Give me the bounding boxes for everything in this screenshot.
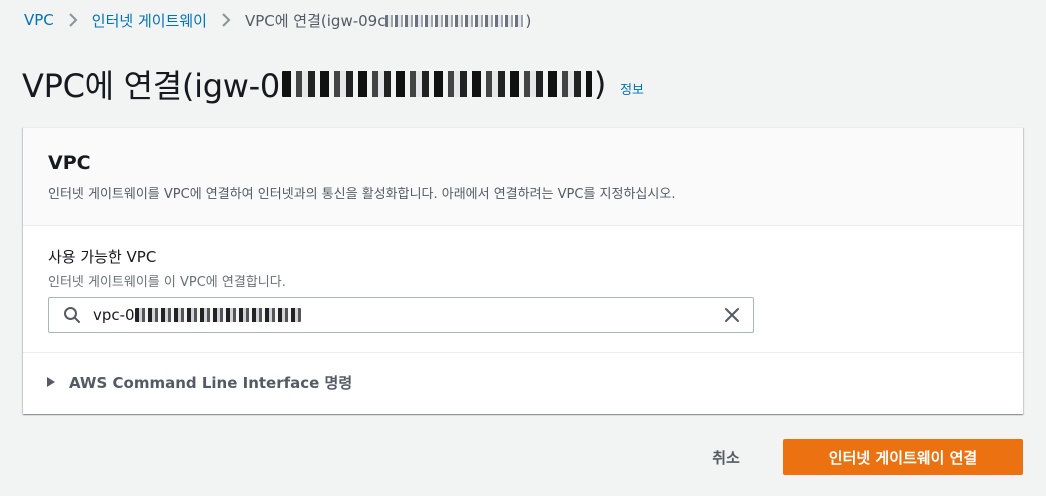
- redacted-id: [134, 308, 301, 322]
- page-title: VPC에 연결(igw-0): [22, 61, 606, 107]
- vpc-search-value: vpc-0: [93, 306, 301, 324]
- vpc-search-input[interactable]: vpc-0: [48, 297, 754, 333]
- vpc-panel: VPC 인터넷 게이트웨이를 VPC에 연결하여 인터넷과의 통신을 활성화합니…: [23, 127, 1023, 414]
- available-vpc-label: 사용 가능한 VPC: [48, 248, 157, 266]
- vpc-search-value-prefix: vpc-0: [93, 306, 135, 324]
- page-title-prefix: VPC에 연결(igw-0: [22, 67, 280, 105]
- redacted-id: [385, 15, 526, 27]
- close-icon[interactable]: [723, 306, 741, 324]
- search-icon: [63, 306, 81, 324]
- cli-command-expander[interactable]: AWS Command Line Interface 명령: [47, 371, 352, 393]
- breadcrumb-current-suffix: ): [525, 11, 532, 30]
- chevron-right-icon: [221, 13, 231, 27]
- panel-description: 인터넷 게이트웨이를 VPC에 연결하여 인터넷과의 통신을 활성화합니다. 아…: [48, 187, 676, 202]
- cli-command-expander-label: AWS Command Line Interface 명령: [69, 373, 353, 392]
- breadcrumb-current: VPC에 연결(igw-09c): [245, 10, 531, 31]
- page-header: VPC에 연결(igw-0) 정보: [22, 62, 644, 106]
- chevron-right-icon: [68, 13, 78, 27]
- redacted-id: [281, 71, 592, 97]
- breadcrumb-current-prefix: VPC에 연결(igw-09c: [244, 11, 386, 30]
- page-title-suffix: ): [593, 65, 607, 103]
- caret-right-icon: [47, 377, 55, 387]
- divider: [23, 352, 1023, 353]
- breadcrumb: VPC 인터넷 게이트웨이 VPC에 연결(igw-09c): [24, 9, 531, 31]
- panel-title: VPC: [48, 152, 91, 174]
- attach-internet-gateway-button[interactable]: 인터넷 게이트웨이 연결: [783, 439, 1023, 475]
- breadcrumb-item-internet-gateways[interactable]: 인터넷 게이트웨이: [92, 10, 207, 31]
- available-vpc-description: 인터넷 게이트웨이를 이 VPC에 연결합니다.: [48, 275, 286, 290]
- breadcrumb-item-vpc[interactable]: VPC: [24, 11, 54, 29]
- info-link[interactable]: 정보: [620, 79, 644, 98]
- cancel-button[interactable]: 취소: [690, 439, 762, 475]
- panel-header: VPC 인터넷 게이트웨이를 VPC에 연결하여 인터넷과의 통신을 활성화합니…: [23, 128, 1023, 226]
